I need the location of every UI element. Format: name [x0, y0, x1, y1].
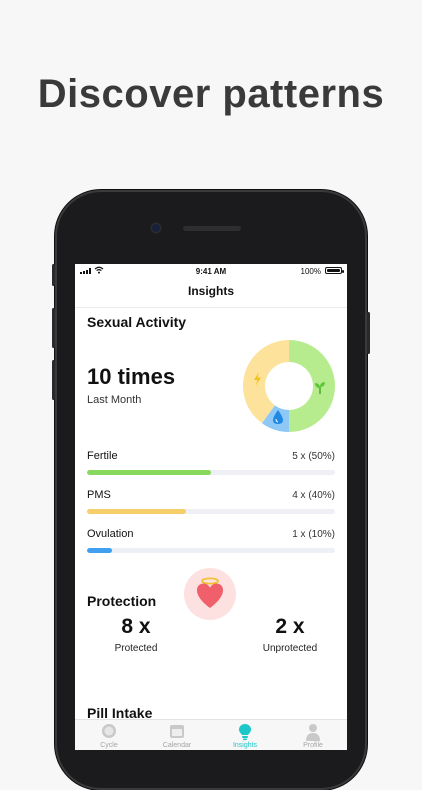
mute-switch: [52, 264, 55, 286]
person-icon: [306, 724, 320, 741]
unprotected-count: 2 x: [275, 615, 305, 638]
lightbulb-icon: [239, 724, 251, 741]
battery-percent: 100%: [300, 267, 321, 276]
stat-row-fertile: Fertile 5 x (50%): [87, 450, 335, 480]
section-title-protection: Protection: [87, 593, 157, 609]
donut-segment-fertile: [289, 340, 335, 432]
tab-profile[interactable]: Profile: [279, 720, 347, 750]
nav-divider: [75, 307, 347, 308]
heart-with-halo-icon: [197, 577, 223, 608]
progress-track-fertile: [87, 470, 335, 475]
progress-fill-ovulation: [87, 548, 112, 553]
tab-label-calendar: Calendar: [162, 742, 192, 749]
calendar-icon: [170, 725, 184, 738]
stat-value-pms: 4 x (40%): [292, 490, 335, 501]
stat-row-ovulation: Ovulation 1 x (10%): [87, 528, 335, 558]
stat-value-ovulation: 1 x (10%): [292, 529, 335, 540]
tab-bar: Cycle Calendar Insights Profile: [75, 719, 347, 750]
headline: Discover patterns: [37, 72, 385, 116]
protected-stat: 8 x Protected: [91, 615, 181, 654]
volume-up-button: [52, 308, 55, 348]
app-screen: 9:41 AM 100% Insights Sexual Activity 10…: [75, 264, 347, 750]
unprotected-stat: 2 x Unprotected: [245, 615, 335, 654]
front-camera: [152, 224, 160, 232]
progress-fill-pms: [87, 509, 187, 514]
activity-donut-chart: [243, 340, 335, 432]
stat-row-pms: PMS 4 x (40%): [87, 489, 335, 519]
activity-period: Last Month: [87, 394, 142, 406]
tab-cycle[interactable]: Cycle: [75, 720, 143, 750]
battery-icon: [325, 267, 344, 274]
progress-track-ovulation: [87, 548, 335, 553]
protected-label: Protected: [114, 643, 158, 654]
nav-title: Insights: [187, 284, 234, 298]
tab-label-profile: Profile: [303, 742, 323, 749]
tab-label-cycle: Cycle: [100, 742, 118, 749]
unprotected-label: Unprotected: [262, 643, 318, 654]
stat-label-fertile: Fertile: [87, 450, 118, 462]
power-button: [367, 312, 370, 354]
activity-count: 10 times: [87, 364, 176, 389]
progress-track-pms: [87, 509, 335, 514]
stat-label-pms: PMS: [87, 489, 111, 501]
tab-calendar[interactable]: Calendar: [143, 720, 211, 750]
tab-label-insights: Insights: [232, 742, 258, 749]
protected-count: 8 x: [121, 615, 151, 638]
tab-insights[interactable]: Insights: [211, 720, 279, 750]
stat-label-ovulation: Ovulation: [87, 528, 134, 540]
cycle-circle-icon: [102, 724, 116, 738]
stat-value-fertile: 5 x (50%): [292, 451, 335, 462]
phone-frame: 9:41 AM 100% Insights Sexual Activity 10…: [52, 190, 370, 790]
section-title-sexual-activity: Sexual Activity: [87, 314, 187, 330]
earpiece-speaker: [183, 226, 241, 231]
status-bar: 9:41 AM 100%: [75, 264, 347, 278]
progress-fill-fertile: [87, 470, 211, 475]
volume-down-button: [52, 360, 55, 400]
protection-heart-badge: [184, 568, 236, 620]
